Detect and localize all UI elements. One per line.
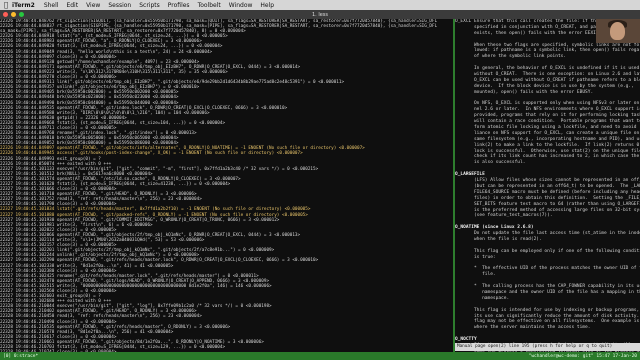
menubar-app-name[interactable]: iTerm2 (12, 2, 35, 9)
close-window-button[interactable] (3, 12, 8, 17)
manpage-line: FILE64_SOURCE macro must be defined (bef… (455, 189, 640, 195)
manpage-line: namespace and the owner UID of the file … (455, 289, 640, 295)
manpage-line: SET_BITS feature test macro to 64 (rathe… (455, 201, 640, 207)
manpage-line: same filesystem (e.g., incorporating hos… (455, 136, 640, 142)
manpage-status-line: Manual page open(2) line 195 (press h fo… (455, 343, 640, 351)
menu-item-view[interactable]: View (86, 2, 100, 9)
menu-item-session[interactable]: Session (108, 2, 131, 9)
presenter-face (610, 22, 625, 40)
menu-item-edit[interactable]: Edit (66, 2, 78, 9)
strace-pane[interactable]: 22326 19:40:44.848762 rt_sigaction(SIGQU… (0, 19, 453, 352)
tmux-status-bar: [0] 0:strace* "wchandler@wc-demo: git" 1… (0, 352, 640, 360)
manpage-line: O_EXCL can be used without O_CREAT if pa… (455, 77, 640, 83)
menu-item-scripts[interactable]: Scripts (139, 2, 160, 9)
window-titlebar: 1. less (0, 10, 640, 19)
manpage-line: device. If the block device is in use by… (455, 83, 634, 89)
menu-item-shell[interactable]: Shell (44, 2, 59, 9)
minimize-window-button[interactable] (11, 12, 16, 17)
manpage-line: link(2) to make a link to the lockfile. … (455, 142, 640, 148)
window-controls (3, 12, 24, 17)
manpage-line: files) in order to obtain this definitio… (455, 195, 640, 201)
webcam-overlay (596, 19, 640, 43)
tmux-window-list[interactable]: [0] 0:strace* (0, 354, 38, 359)
apple-icon[interactable]:  (0, 1, 12, 9)
tmux-host-clock: "wchandler@wc-demo: git" 15:47 17-Jan-20 (528, 353, 637, 359)
manpage-pane[interactable]: O_EXCL Ensure that this call creates the… (455, 19, 640, 352)
manpage-line: This flag can be employed only if one of… (455, 248, 640, 254)
menubar:  iTerm2 Shell Edit View Session Scripts… (0, 0, 640, 10)
window-title: 1. less (311, 11, 329, 18)
manpage-line: liance on NFS support for O_EXCL, can cr… (455, 130, 640, 136)
menu-item-profiles[interactable]: Profiles (168, 2, 190, 9)
zoom-window-button[interactable] (19, 12, 24, 17)
menu-item-window[interactable]: Window (229, 2, 253, 9)
menu-item-toolbelt[interactable]: Toolbelt (198, 2, 221, 9)
menu-item-help[interactable]: Help (260, 2, 274, 9)
manpage-line: This flag is intended for use by indexin… (455, 307, 640, 313)
manpage-line: (but can be represented in an off64_t) t… (455, 183, 640, 189)
